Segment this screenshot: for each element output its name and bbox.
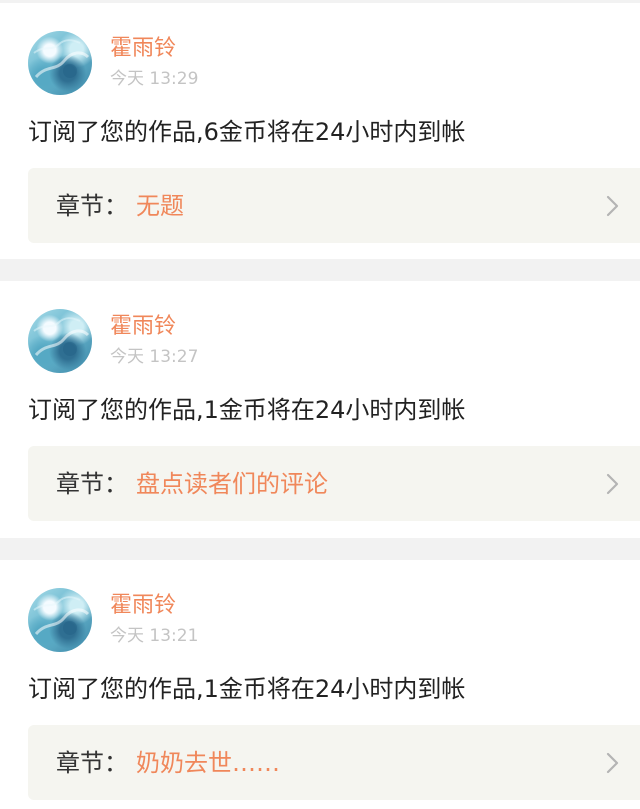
username[interactable]: 霍雨铃 bbox=[110, 313, 176, 341]
chapter-title: 无题 bbox=[136, 192, 184, 220]
avatar-image bbox=[33, 39, 90, 79]
notification-feed: 霍雨铃 今天 13:29 订阅了您的作品,6金币将在24小时内到帐 章节： 无题… bbox=[0, 0, 640, 809]
chapter-link[interactable]: 章节： 盘点读者们的评论 bbox=[28, 446, 640, 521]
username[interactable]: 霍雨铃 bbox=[110, 592, 176, 620]
timestamp: 今天 13:29 bbox=[110, 69, 199, 89]
timestamp: 今天 13:27 bbox=[110, 347, 199, 367]
chapter-link[interactable]: 章节： 奶奶去世…… bbox=[28, 725, 640, 800]
notification-message: 订阅了您的作品,1金币将在24小时内到帐 bbox=[28, 396, 466, 424]
username[interactable]: 霍雨铃 bbox=[110, 35, 176, 63]
notification-message: 订阅了您的作品,6金币将在24小时内到帐 bbox=[28, 118, 466, 146]
chevron-right-icon bbox=[606, 473, 619, 495]
chapter-label: 章节： bbox=[56, 192, 128, 220]
chapter-link[interactable]: 章节： 无题 bbox=[28, 168, 640, 243]
notification-card: 霍雨铃 今天 13:21 订阅了您的作品,1金币将在24小时内到帐 章节： 奶奶… bbox=[0, 560, 640, 809]
chapter-title: 盘点读者们的评论 bbox=[136, 470, 328, 498]
avatar-image bbox=[33, 317, 90, 357]
avatar[interactable] bbox=[28, 309, 92, 373]
chapter-title: 奶奶去世…… bbox=[136, 749, 280, 777]
notification-message: 订阅了您的作品,1金币将在24小时内到帐 bbox=[28, 675, 466, 703]
chevron-right-icon bbox=[606, 752, 619, 774]
notification-card: 霍雨铃 今天 13:27 订阅了您的作品,1金币将在24小时内到帐 章节： 盘点… bbox=[0, 281, 640, 538]
notification-card: 霍雨铃 今天 13:29 订阅了您的作品,6金币将在24小时内到帐 章节： 无题 bbox=[0, 3, 640, 259]
chevron-right-icon bbox=[606, 195, 619, 217]
chapter-label: 章节： bbox=[56, 470, 128, 498]
timestamp: 今天 13:21 bbox=[110, 626, 199, 646]
chapter-label: 章节： bbox=[56, 749, 128, 777]
avatar[interactable] bbox=[28, 31, 92, 95]
avatar[interactable] bbox=[28, 588, 92, 652]
avatar-image bbox=[33, 596, 90, 636]
